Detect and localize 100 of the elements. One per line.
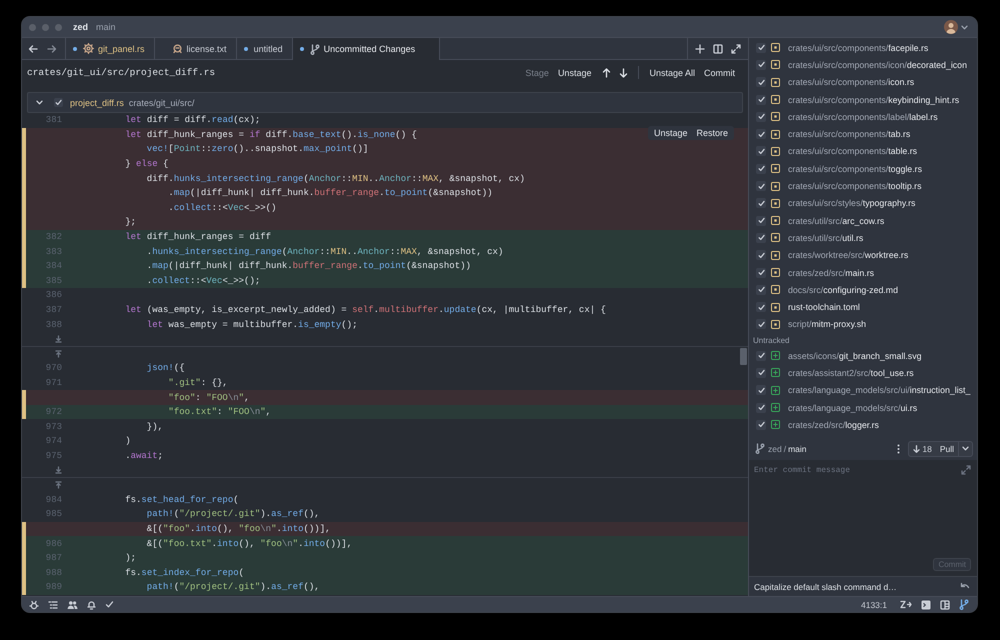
file-row[interactable]: script/mitm-proxy.sh: [749, 316, 977, 334]
file-row[interactable]: crates/ui/src/components/facepile.rs: [749, 39, 977, 56]
checkbox[interactable]: [756, 42, 766, 53]
file-row[interactable]: crates/ui/src/components/keybinding_hint.rs: [749, 90, 977, 108]
checkbox[interactable]: [756, 94, 766, 105]
toolbar-button[interactable]: Unstage: [554, 66, 594, 80]
file-row[interactable]: crates/worktree/src/worktree.rs: [749, 246, 977, 264]
file-row[interactable]: crates/ui/src/components/icon/decorated_icon: [749, 56, 977, 74]
hunk-button[interactable]: Restore: [692, 126, 732, 139]
file-row[interactable]: crates/util/src/arc_cow.rs: [749, 212, 977, 230]
file-row[interactable]: crates/language_models/src/ui.rs: [749, 398, 977, 416]
file-row[interactable]: crates/ui/src/components/toggle.rs: [749, 160, 977, 178]
checkbox[interactable]: [756, 146, 766, 156]
pull-button[interactable]: 18 Pull: [909, 442, 959, 456]
file-row[interactable]: crates/assistant2/src/tool_use.rs: [749, 364, 977, 382]
file-row[interactable]: crates/ui/src/components/icon.rs: [749, 74, 977, 91]
file-row[interactable]: crates/ui/src/components/tooltip.rs: [749, 177, 977, 195]
checkbox[interactable]: [756, 164, 766, 174]
scrollbar-thumb[interactable]: [740, 348, 747, 365]
file-row[interactable]: crates/zed/src/main.rs: [749, 264, 977, 282]
line-number: 383: [44, 246, 62, 257]
expand-icon[interactable]: [55, 350, 62, 358]
file-row[interactable]: crates/ui/src/components/label/label.rs: [749, 108, 977, 126]
commit-summary[interactable]: Capitalize default slash command d…: [754, 582, 960, 592]
checkbox[interactable]: [756, 385, 766, 396]
expand-icon[interactable]: [55, 481, 62, 490]
checkbox[interactable]: [54, 98, 63, 107]
file-row[interactable]: crates/zed/src/logger.rs: [749, 416, 977, 434]
avatar-icon[interactable]: [944, 20, 958, 34]
chevron-icon[interactable]: [960, 22, 969, 32]
repo-name[interactable]: zed: [768, 444, 782, 454]
tab[interactable]: git_panel.rs: [65, 38, 154, 59]
toolbar-button[interactable]: Commit: [701, 66, 738, 80]
checkbox[interactable]: [756, 302, 766, 312]
file-row[interactable]: crates/util/src/util.rs: [749, 229, 977, 247]
chevron-icon[interactable]: [35, 98, 44, 107]
checkbox[interactable]: [756, 319, 766, 330]
panel-icon[interactable]: [940, 600, 950, 610]
project-name[interactable]: zed: [73, 22, 88, 32]
cursor-position[interactable]: 4133:1: [861, 600, 887, 610]
branch-name[interactable]: main: [788, 444, 807, 454]
bug-icon[interactable]: [29, 600, 39, 610]
expand-icon[interactable]: [55, 334, 62, 343]
file-path: crates/worktree/src/worktree.rs: [788, 250, 908, 260]
people-icon[interactable]: [67, 600, 78, 610]
prediction-icon[interactable]: [900, 600, 912, 609]
file-row[interactable]: docs/src/configuring-zed.md: [749, 281, 977, 298]
tab[interactable]: license.txt: [154, 38, 236, 59]
checkbox[interactable]: [756, 284, 766, 295]
file-row[interactable]: crates/language_models/src/ui/instruction_list_: [749, 382, 977, 399]
file-path: docs/src/configuring-zed.md: [788, 284, 898, 295]
split-icon[interactable]: [713, 44, 723, 54]
tab[interactable]: Uncommitted Changes: [292, 38, 440, 60]
toolbar-button[interactable]: Unstage All: [646, 66, 698, 80]
checkbox[interactable]: [756, 77, 766, 88]
expand-icon[interactable]: [55, 466, 62, 474]
checkbox[interactable]: [756, 181, 766, 192]
more-icon[interactable]: [897, 444, 900, 454]
undo-icon[interactable]: [960, 582, 970, 591]
file-row[interactable]: assets/icons/git_branch_small.svg: [749, 347, 977, 364]
checkbox[interactable]: [756, 368, 766, 378]
checkbox[interactable]: [756, 129, 766, 140]
line-number: 972: [44, 407, 62, 418]
code-line: .collect::<Vec<_>>();: [146, 276, 260, 286]
code-line: ".git": {},: [167, 378, 228, 388]
down-arrow-icon[interactable]: [619, 68, 628, 78]
line-number: 385: [44, 276, 62, 286]
file-row[interactable]: rust-toolchain.toml: [749, 298, 977, 316]
plus-icon[interactable]: [695, 44, 705, 54]
branch-name[interactable]: main: [96, 22, 116, 32]
checkbox[interactable]: [756, 350, 766, 361]
bell-icon[interactable]: [87, 600, 96, 610]
check-icon[interactable]: [105, 600, 114, 609]
checkbox[interactable]: [756, 250, 766, 260]
up-arrow-icon[interactable]: [602, 68, 612, 78]
checkbox[interactable]: [756, 268, 766, 278]
file-row[interactable]: crates/ui/src/components/tab.rs: [749, 125, 977, 143]
checkbox[interactable]: [756, 60, 766, 70]
hunk-button[interactable]: Unstage: [650, 126, 692, 139]
button-label: Pull: [940, 444, 954, 454]
file-name[interactable]: project_diff.rs: [70, 98, 124, 108]
branch-icon[interactable]: [959, 599, 969, 610]
file-row[interactable]: crates/ui/src/styles/typography.rs: [749, 194, 977, 212]
line-number: 382: [44, 232, 62, 242]
checkbox[interactable]: [756, 420, 766, 430]
forward-icon[interactable]: [47, 44, 57, 54]
checkbox[interactable]: [756, 232, 766, 243]
maximize-icon[interactable]: [731, 44, 741, 54]
back-icon[interactable]: [28, 44, 38, 54]
file-path: crates/zed/src/logger.rs: [788, 420, 879, 430]
file-row[interactable]: crates/ui/src/components/table.rs: [749, 142, 977, 160]
list-icon[interactable]: [48, 600, 58, 610]
expand-icon[interactable]: [961, 464, 971, 475]
checkbox[interactable]: [756, 216, 766, 226]
file-path: crates/assistant2/src/tool_use.rs: [788, 368, 914, 378]
checkbox[interactable]: [756, 402, 766, 413]
checkbox[interactable]: [756, 112, 766, 122]
line-number: 388: [44, 320, 62, 330]
terminal-icon[interactable]: [921, 600, 931, 610]
checkbox[interactable]: [756, 198, 766, 208]
